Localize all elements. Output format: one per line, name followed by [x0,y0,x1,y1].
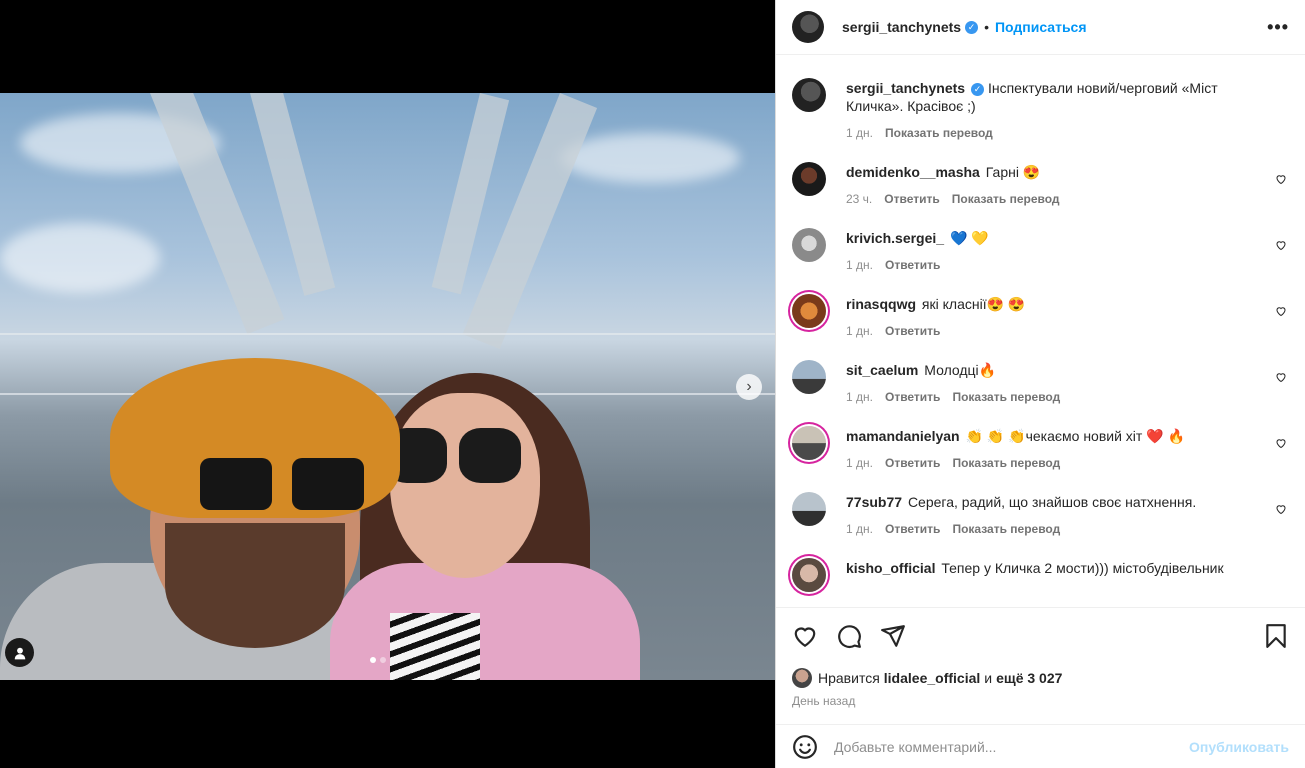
carousel-dot [370,657,376,663]
comment: 77sub77 Серега, радий, що знайшов своє н… [792,492,1289,536]
liker-avatar[interactable] [792,668,812,688]
likes-count[interactable]: ещё 3 027 [996,670,1062,686]
verified-badge-icon: ✓ [965,20,979,34]
carousel-dots [370,657,386,663]
comment-time: 1 дн. [846,324,873,338]
commenter-username[interactable]: sit_caelum [846,362,918,378]
translate-link[interactable]: Показать перевод [952,390,1060,404]
reply-link[interactable]: Ответить [885,390,940,404]
like-comment-heart-icon[interactable] [1275,502,1287,515]
comment-time: 1 дн. [846,258,873,272]
like-comment-heart-icon[interactable] [1275,238,1287,251]
comment: sit_caelum Молодці🔥 1 дн. Ответить Показат… [792,360,1289,404]
post-time: День назад [792,694,856,708]
reply-link[interactable]: Ответить [885,324,940,338]
likes-prefix: Нравится [818,670,880,686]
share-paper-plane-icon[interactable] [880,623,906,649]
reply-link[interactable]: Ответить [885,522,940,536]
comment-time: 1 дн. [846,390,873,404]
comment-time: 23 ч. [846,192,873,206]
separator-dot: • [984,19,989,35]
comment-text: 👏 👏 👏чекаємо новий хіт ❤️ 🔥 [965,428,1185,444]
post-sidebar: sergii_tanchynets ✓ • Подписаться ••• se… [775,0,1305,768]
comment-input[interactable] [834,738,1190,755]
more-options-icon[interactable]: ••• [1267,17,1289,38]
reply-link[interactable]: Ответить [884,192,939,206]
reply-link[interactable]: Ответить [885,258,940,272]
author-avatar[interactable] [792,11,824,43]
comment: mamandanielyan 👏 👏 👏чекаємо новий хіт ❤️… [792,426,1289,470]
caption-text: sergii_tanchynets ✓ Інспектували новий/че… [846,79,1266,115]
liker-username[interactable]: lidalee_official [884,670,980,686]
comment: rinasqqwg які класнії😍 😍 1 дн. Ответить [792,294,1289,338]
likes-summary: Нравится lidalee_official и ещё 3 027 [792,668,1289,688]
emoji-smile-icon[interactable] [792,734,818,760]
commenter-avatar[interactable] [792,162,826,196]
comment-text: Тепер у Кличка 2 мости))) містобудівельн… [941,560,1224,576]
commenter-username[interactable]: mamandanielyan [846,428,960,444]
comment-text: 💙 💛 [949,230,989,246]
comment-text: Серега, радий, що знайшов своє натхнення… [907,494,1197,510]
commenter-avatar[interactable] [792,492,826,526]
like-comment-heart-icon[interactable] [1275,436,1287,449]
post-media: › [0,0,775,768]
comment-time: 1 дн. [846,522,873,536]
translate-link[interactable]: Показать перевод [885,126,993,140]
commenter-avatar[interactable] [792,294,826,328]
tagged-users-button[interactable] [5,638,34,667]
comment: demidenko__masha Гарні 😍 23 ч. Ответить По… [792,162,1289,206]
comment: kisho_official Тепер у Кличка 2 мости)))… [792,558,1289,592]
commenter-avatar[interactable] [792,426,826,460]
comment-time: 1 дн. [846,456,873,470]
follow-button[interactable]: Подписаться [995,19,1087,35]
user-tag-icon [14,647,25,659]
translate-link[interactable]: Показать перевод [952,522,1060,536]
reply-link[interactable]: Ответить [885,456,940,470]
commenter-username[interactable]: demidenko__masha [846,164,980,180]
comment-text: Гарні 😍 [985,164,1041,180]
like-heart-icon[interactable] [792,623,818,649]
like-comment-heart-icon[interactable] [1275,370,1287,383]
commenter-username[interactable]: kisho_official [846,560,935,576]
caption-username[interactable]: sergii_tanchynets [846,80,965,96]
commenter-avatar[interactable] [792,360,826,394]
like-comment-heart-icon[interactable] [1275,172,1287,185]
post-header: sergii_tanchynets ✓ • Подписаться ••• [776,0,1305,55]
author-username[interactable]: sergii_tanchynets [842,19,961,35]
likes-and: и [984,670,993,686]
comment-text: які класнії😍 😍 [921,296,1026,312]
commenter-avatar[interactable] [792,228,826,262]
carousel-dot [380,657,386,663]
comment-bubble-icon[interactable] [836,623,862,649]
verified-badge-icon: ✓ [971,82,985,96]
commenter-username[interactable]: 77sub77 [846,494,902,510]
like-comment-heart-icon[interactable] [1275,304,1287,317]
caption-time: 1 дн. [846,126,873,140]
commenter-username[interactable]: rinasqqwg [846,296,916,312]
commenter-username[interactable]: krivich.sergei_ [846,230,944,246]
next-photo-button[interactable]: › [736,374,762,400]
author-avatar[interactable] [792,78,826,112]
comments-list[interactable]: sergii_tanchynets ✓ Інспектували новий/че… [776,56,1305,606]
post-modal: › sergii_tanchynets ✓ • Подписаться ••• … [0,0,1305,768]
post-actions: Нравится lidalee_official и ещё 3 027 Де… [776,607,1305,708]
commenter-avatar[interactable] [792,558,826,592]
post-photo [0,93,775,680]
caption: sergii_tanchynets ✓ Інспектували новий/че… [792,78,1289,140]
translate-link[interactable]: Показать перевод [952,456,1060,470]
comment-composer: Опубликовать [776,724,1305,768]
save-bookmark-icon[interactable] [1263,623,1289,649]
comment: krivich.sergei_ 💙 💛 1 дн. Ответить [792,228,1289,272]
comment-text: Молодці🔥 [924,362,997,378]
publish-button[interactable]: Опубликовать [1189,739,1289,755]
translate-link[interactable]: Показать перевод [952,192,1060,206]
